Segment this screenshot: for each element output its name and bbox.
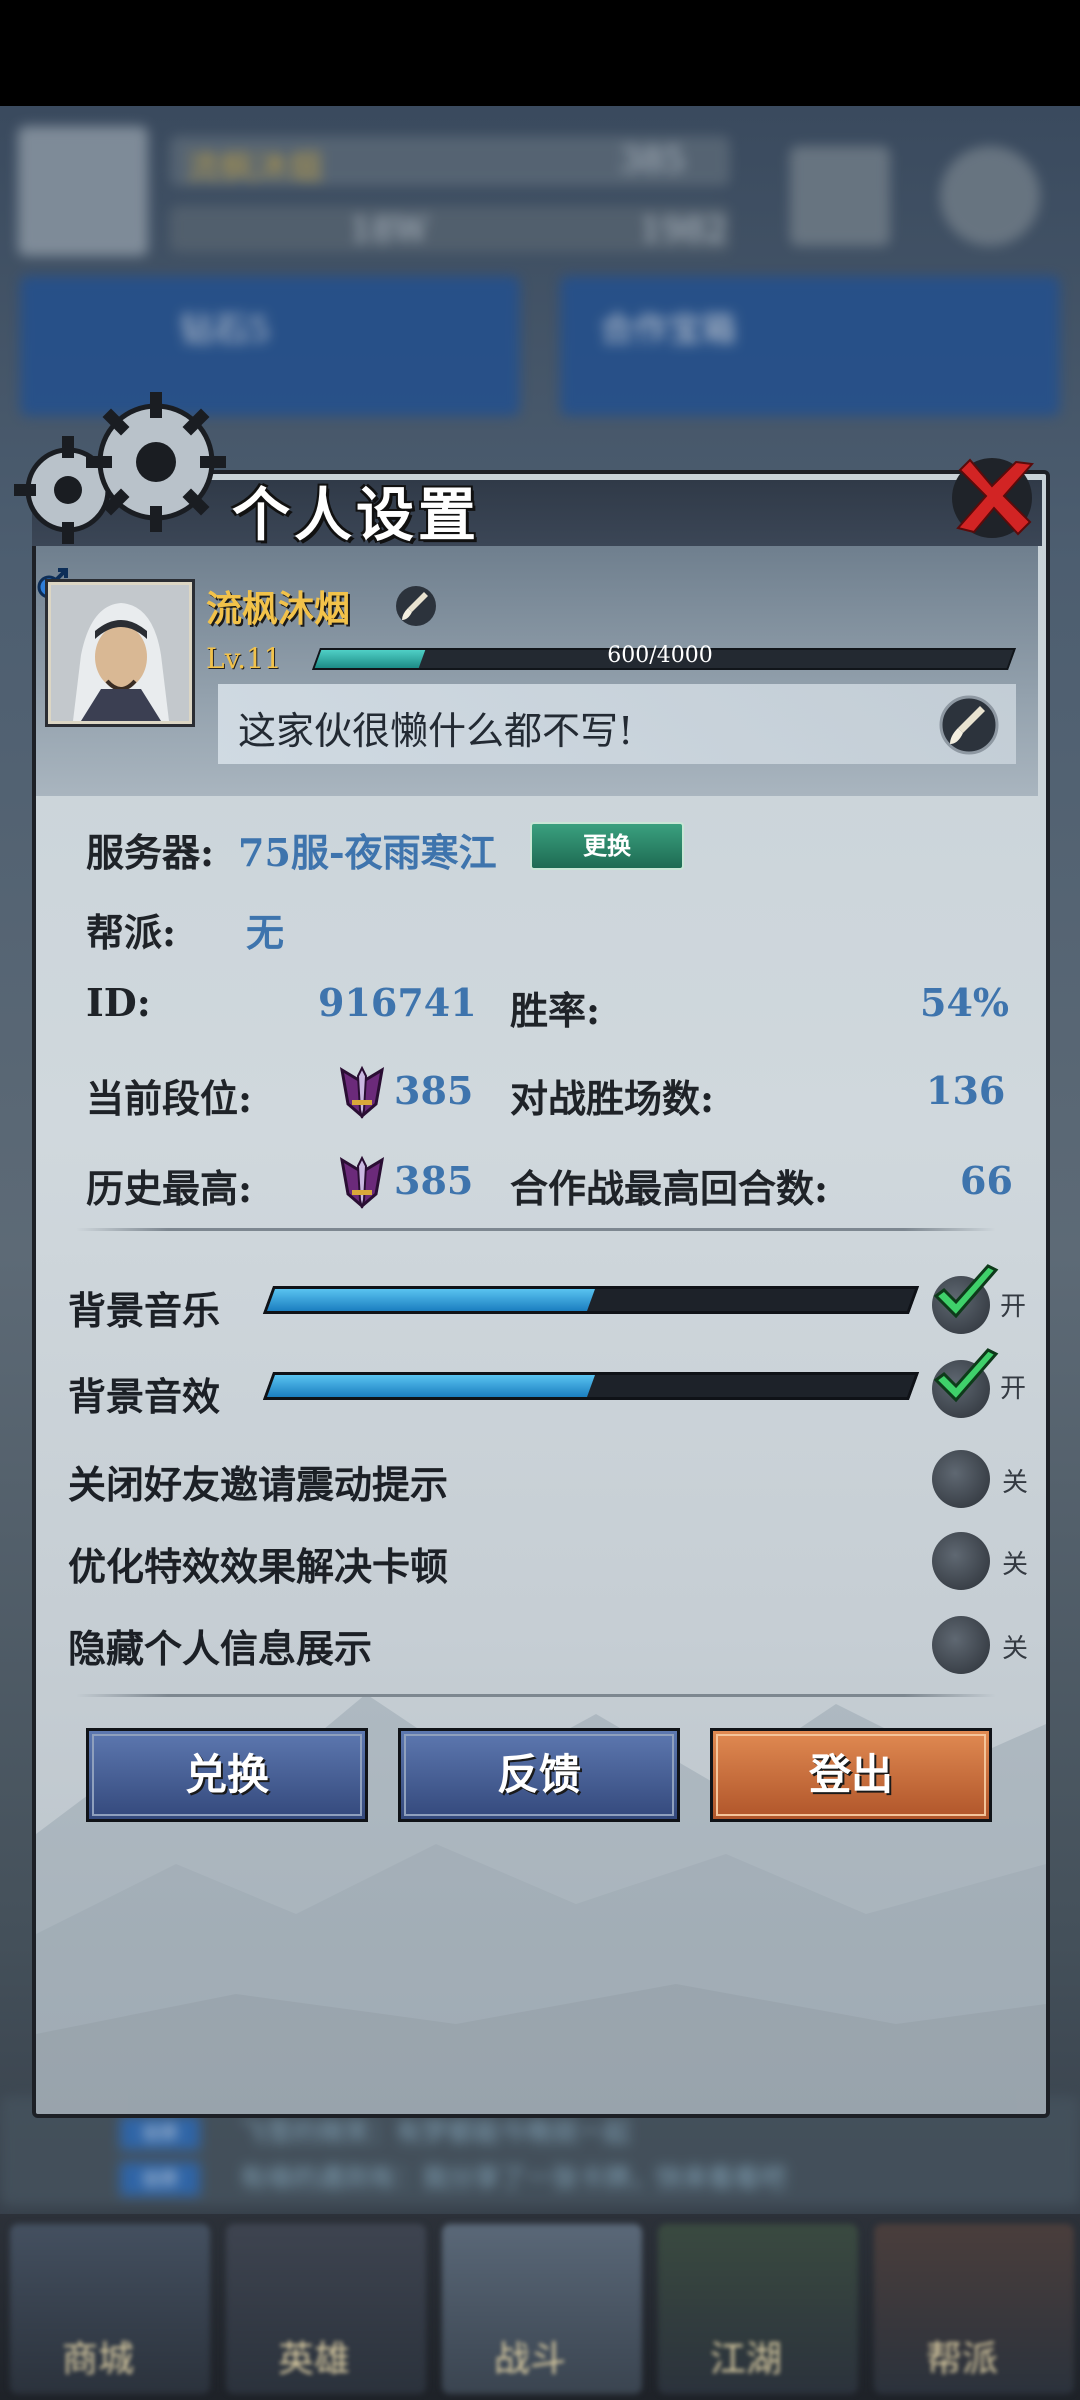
bg-gold: 1982 [640, 210, 727, 250]
effects-label: 优化特效效果解决卡顿 [68, 1544, 449, 1589]
history-best-value: 385 [394, 1158, 474, 1203]
exp-bar-fill [314, 650, 426, 668]
player-name: 流枫沐烟 [206, 588, 351, 630]
sfx-label: 背景音效 [68, 1374, 221, 1419]
music-state: 开 [1000, 1292, 1027, 1322]
bg-card-coop-title: 合作宝箱 [600, 310, 736, 350]
winrate-label: 胜率: [510, 988, 601, 1033]
logout-button[interactable]: 登出 [710, 1728, 992, 1822]
bg-avatar [18, 126, 148, 256]
id-value: 916741 [318, 980, 477, 1025]
signature-edit-brush-icon[interactable] [938, 694, 1000, 756]
winrate-value: 54% [920, 980, 1009, 1025]
exp-text: 600/4000 [607, 643, 713, 668]
effects-toggle[interactable] [932, 1532, 990, 1590]
wins-label: 对战胜场数: [510, 1076, 715, 1121]
checkmark-icon [933, 1264, 999, 1319]
sfx-slider-fill [266, 1375, 596, 1397]
current-rank-label: 当前段位: [86, 1076, 253, 1121]
history-best-label: 历史最高: [86, 1166, 253, 1211]
divider [76, 1228, 996, 1231]
rank-sword-icon [339, 1155, 385, 1209]
bg-chat-tag-1: 世界 [120, 2116, 200, 2150]
bg-rank: 385 [620, 140, 685, 180]
server-value: 75服-夜雨寒江 [238, 830, 497, 875]
sfx-volume-slider[interactable] [262, 1372, 920, 1400]
bg-player-name: 流枫沐烟 [186, 148, 322, 188]
hide-info-label: 隐藏个人信息展示 [68, 1626, 373, 1671]
vibrate-toggle[interactable] [932, 1450, 990, 1508]
bg-power: 18W [350, 210, 429, 250]
vibrate-label: 关闭好友邀请震动提示 [68, 1462, 449, 1507]
bg-gear-icon [940, 146, 1040, 246]
bg-chat-line-2: 有缘的遇到有：我分享了一张卡牌，快来看看吧 [240, 2164, 787, 2194]
vibrate-state: 关 [1002, 1468, 1029, 1498]
avatar-portrait-icon [51, 585, 189, 721]
nav-label-shop: 商城 [62, 2339, 135, 2380]
nav-label-heroes: 英雄 [278, 2339, 351, 2380]
rank-sword-icon [339, 1065, 385, 1119]
feedback-button[interactable]: 反馈 [398, 1728, 680, 1822]
bg-card-rank-title: 钻石5 [180, 310, 270, 350]
hide-info-toggle[interactable] [932, 1616, 990, 1674]
music-label: 背景音乐 [68, 1288, 221, 1333]
sfx-state: 开 [1000, 1374, 1027, 1404]
music-volume-slider[interactable] [262, 1286, 920, 1314]
gear-icon [14, 392, 226, 544]
player-level: Lv.11 [206, 642, 282, 675]
nav-label-guild: 帮派 [926, 2339, 999, 2380]
current-rank-value: 385 [394, 1068, 474, 1113]
close-button[interactable] [946, 452, 1038, 544]
hide-info-state: 关 [1002, 1634, 1029, 1664]
divider [76, 1694, 996, 1697]
effects-state: 关 [1002, 1550, 1029, 1580]
change-server-button[interactable]: 更换 [530, 822, 684, 870]
coop-rounds-label: 合作战最高回合数: [510, 1166, 829, 1211]
checkmark-icon [933, 1348, 999, 1403]
guild-label: 帮派: [86, 910, 177, 955]
id-label: ID: [86, 980, 151, 1025]
nav-label-jianghu: 江湖 [710, 2339, 783, 2380]
signature-text: 这家伙很懒什么都不写! [238, 709, 634, 753]
music-toggle[interactable] [932, 1264, 999, 1334]
server-label: 服务器: [86, 830, 215, 875]
avatar[interactable] [48, 582, 192, 724]
sfx-toggle[interactable] [932, 1348, 999, 1418]
name-edit-brush-icon[interactable] [394, 584, 438, 628]
wins-value: 136 [926, 1068, 1006, 1113]
nav-label-battle: 战斗 [494, 2339, 567, 2380]
coop-rounds-value: 66 [960, 1158, 1013, 1203]
guild-value: 无 [246, 910, 285, 955]
bg-cards-icon [790, 146, 890, 246]
redeem-button[interactable]: 兑换 [86, 1728, 368, 1822]
status-bar [0, 0, 1080, 106]
bg-chat-tag-2: 世界 [120, 2162, 200, 2196]
dialog-title: 个人设置 [232, 481, 481, 549]
music-slider-fill [266, 1289, 596, 1311]
